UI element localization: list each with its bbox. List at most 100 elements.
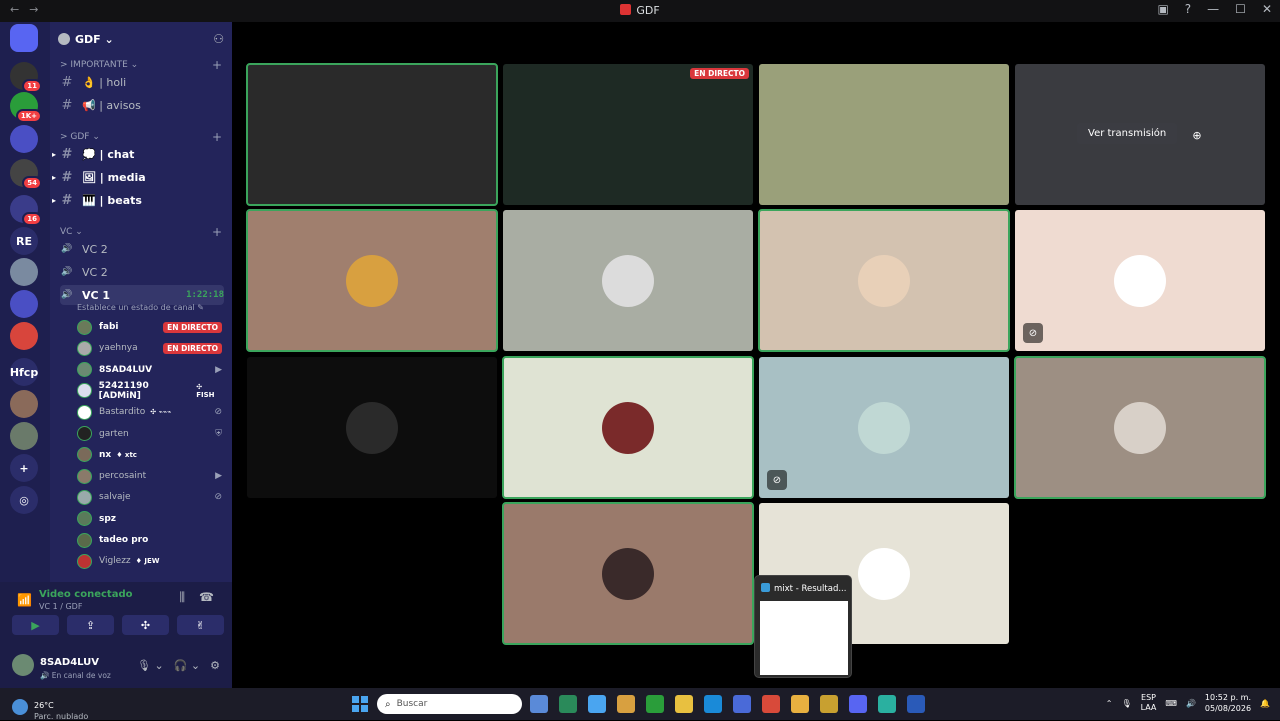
category-gdf[interactable]: > GDF ⌄ + <box>60 130 222 144</box>
taskbar-app-icon[interactable] <box>588 695 606 713</box>
server-icon[interactable] <box>10 390 38 418</box>
server-icon[interactable] <box>10 125 38 153</box>
guild-header[interactable]: GDF ⌄ ⚇ <box>58 30 224 48</box>
voice-member[interactable]: yaehnya EN DIRECTO <box>77 338 222 358</box>
channel-holi[interactable]: # 👌 | holi <box>60 72 224 92</box>
server-icon[interactable]: + <box>10 454 38 482</box>
add-channel-icon[interactable]: + <box>212 58 222 72</box>
voice-member[interactable]: Viglezz ♦ JEW <box>77 551 222 571</box>
voice-member[interactable]: percosaint ▶ <box>77 466 222 486</box>
camera-button[interactable]: ▶ <box>12 615 59 635</box>
soundboard-button[interactable]: ✌ <box>177 615 224 635</box>
server-icon[interactable] <box>10 258 38 286</box>
help-icon[interactable]: ? <box>1185 2 1191 16</box>
category-importante[interactable]: > IMPORTANTE ⌄ + <box>60 58 222 72</box>
taskbar-app-icon[interactable] <box>791 695 809 713</box>
video-tile[interactable] <box>1014 356 1266 499</box>
video-tile[interactable]: ⊘ <box>759 357 1009 498</box>
notification-icon[interactable]: 🔔 <box>1260 699 1270 708</box>
microphone-tray-icon[interactable]: 🎙 <box>1121 699 1131 708</box>
voice-member[interactable]: 8SAD4LUV ▶ <box>77 360 222 380</box>
server-icon[interactable]: 16 <box>10 195 42 226</box>
video-tile[interactable] <box>759 64 1009 205</box>
disconnect-icon[interactable]: ☎ <box>199 590 214 605</box>
start-button[interactable] <box>352 696 368 712</box>
taskbar-app-icon[interactable] <box>878 695 896 713</box>
add-member-icon[interactable]: ⚇ <box>213 32 224 46</box>
add-channel-icon[interactable]: + <box>212 130 222 144</box>
channel-chat[interactable]: ▸ # 💭 | chat <box>52 144 224 164</box>
voice-member[interactable]: Bastardito ✣ ⌁⌁⌁ ⊘ <box>77 402 222 422</box>
video-tile[interactable] <box>247 357 497 498</box>
weather-widget[interactable]: 26°C Parc. nublado <box>12 693 88 721</box>
noise-suppression-icon[interactable]: ⫼ <box>180 590 186 605</box>
voice-member[interactable]: 52421190 [ADMiN] ✣ FISH <box>77 381 222 401</box>
clock[interactable]: 10:52 p. m. 05/08/2026 <box>1205 692 1251 714</box>
voice-channel-vc2-b[interactable]: 🔊 VC 2 <box>60 262 224 282</box>
voice-member[interactable]: fabi EN DIRECTO <box>77 317 222 337</box>
voice-member[interactable]: tadeo pro <box>77 530 222 550</box>
taskbar-app-icon[interactable] <box>733 695 751 713</box>
inbox-icon[interactable]: ▣ <box>1157 2 1168 16</box>
voice-member[interactable]: nx ♦ xtc <box>77 445 222 465</box>
taskbar-app-icon[interactable] <box>820 695 838 713</box>
voice-member[interactable]: salvaje ⊘ <box>77 487 222 507</box>
channel-beats[interactable]: ▸ # 🎹 | beats <box>52 190 224 210</box>
taskbar-app-icon[interactable] <box>675 695 693 713</box>
volume-icon[interactable]: 🔊 <box>1186 699 1196 708</box>
maximize-button[interactable]: ☐ <box>1235 2 1246 16</box>
settings-icon[interactable]: ⚙ <box>210 659 220 672</box>
taskbar-app-icon[interactable] <box>530 695 548 713</box>
video-tile[interactable] <box>502 356 754 499</box>
channel-avisos[interactable]: # 📢 | avisos <box>60 95 224 115</box>
video-tile[interactable] <box>246 209 498 352</box>
minimize-button[interactable]: — <box>1207 2 1219 16</box>
video-tile[interactable] <box>246 63 498 206</box>
taskbar-search[interactable]: ⌕ Buscar <box>377 694 522 714</box>
taskbar-app-icon[interactable] <box>762 695 780 713</box>
video-tile[interactable]: Ver transmisión ⊕ <box>1015 64 1265 205</box>
taskbar-app-icon[interactable] <box>559 695 577 713</box>
server-icon[interactable]: Hfcp <box>10 358 38 386</box>
server-icon[interactable]: 11 <box>10 62 42 93</box>
chevron-up-icon[interactable]: ⌃ <box>1106 699 1113 708</box>
microphone-icon[interactable]: 🎙 ⌄ <box>137 659 164 672</box>
voice-member[interactable]: spz <box>77 509 222 529</box>
server-icon[interactable] <box>10 24 38 52</box>
taskbar-app-icon[interactable] <box>646 695 664 713</box>
voice-member[interactable]: garten ⛨ <box>77 424 222 444</box>
taskbar-app-icon[interactable] <box>617 695 635 713</box>
taskbar-app-icon[interactable] <box>849 695 867 713</box>
close-button[interactable]: ✕ <box>1262 2 1272 16</box>
video-tile[interactable] <box>502 502 754 645</box>
popout-icon[interactable]: ⊕ <box>1187 125 1207 145</box>
activities-button[interactable]: ✣ <box>122 615 169 635</box>
category-vc[interactable]: VC ⌄ + <box>60 225 222 239</box>
video-tile[interactable]: EN DIRECTO <box>503 64 753 205</box>
taskbar-preview[interactable]: mixt - Resultad... <box>754 575 852 678</box>
server-icon[interactable] <box>10 422 38 450</box>
signal-icon[interactable]: 📶 <box>17 593 32 607</box>
language-indicator[interactable]: ESP LAA <box>1141 693 1157 713</box>
taskbar-app-icon[interactable] <box>907 695 925 713</box>
connection-location[interactable]: VC 1 / GDF <box>39 602 132 611</box>
voice-channel-vc1[interactable]: 🔊 VC 1 1:22:18 <box>60 285 224 305</box>
voice-channel-vc2[interactable]: 🔊 VC 2 <box>60 239 224 259</box>
channel-status-prompt[interactable]: Establece un estado de canal ✎ <box>77 303 204 312</box>
server-icon[interactable] <box>10 290 38 318</box>
server-icon[interactable]: 54 <box>10 159 42 190</box>
taskbar-app-icon[interactable] <box>704 695 722 713</box>
add-channel-icon[interactable]: + <box>212 225 222 239</box>
video-tile[interactable] <box>758 209 1010 352</box>
server-icon[interactable]: 1K+ <box>10 92 42 123</box>
server-icon[interactable] <box>10 322 38 350</box>
video-tile[interactable]: ⊘ <box>1015 210 1265 351</box>
channel-media[interactable]: ▸ # 🖼 | media <box>52 167 224 187</box>
headphones-icon[interactable]: 🎧 ⌄ <box>174 659 200 672</box>
screen-share-button[interactable]: ⇪ <box>67 615 114 635</box>
watch-stream-button[interactable]: Ver transmisión <box>1077 123 1178 144</box>
server-icon[interactable]: ◎ <box>10 486 38 514</box>
avatar[interactable] <box>12 654 34 676</box>
network-icon[interactable]: ⌨ <box>1165 699 1177 708</box>
server-icon[interactable]: RE <box>10 227 38 255</box>
